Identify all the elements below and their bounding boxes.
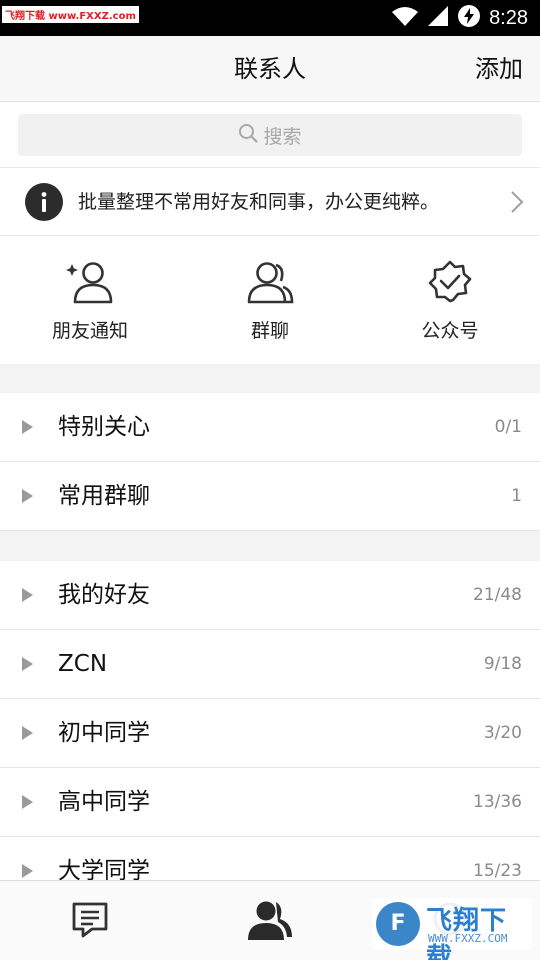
group-count: 13/36	[473, 792, 522, 812]
expand-arrow-icon	[22, 489, 33, 503]
status-time: 8:28	[489, 6, 528, 29]
expand-arrow-icon	[22, 795, 33, 809]
search-input[interactable]: 搜索	[18, 114, 522, 156]
notice-banner[interactable]: 批量整理不常用好友和同事，办公更纯粹。	[0, 168, 540, 236]
watermark-text: 飞翔下载 www.FXXZ.com	[2, 6, 139, 23]
group-name: 我的好友	[58, 582, 150, 608]
group-name: 常用群聊	[58, 483, 150, 509]
search-placeholder: 搜索	[263, 125, 302, 148]
status-bar: 飞翔下载 www.FXXZ.com 8:28	[0, 0, 540, 36]
group-name: 特别关心	[58, 414, 150, 440]
quick-label: 朋友通知	[51, 320, 128, 342]
expand-arrow-icon	[22, 726, 33, 740]
contact-groups-top: 特别关心 0/1 常用群聊 1	[0, 393, 540, 531]
group-row-friends[interactable]: 我的好友 21/48	[0, 561, 540, 630]
group-count: 9/18	[483, 654, 522, 674]
chevron-right-icon	[510, 190, 524, 218]
group-row-common-chats[interactable]: 常用群聊 1	[0, 462, 540, 531]
expand-arrow-icon	[22, 657, 33, 671]
watermark-logo: F 飞翔下载 WWW.FXXZ.COM	[372, 898, 532, 960]
status-icons: 8:28	[391, 4, 528, 32]
page-title: 联系人	[234, 55, 306, 83]
quick-label: 公众号	[421, 320, 479, 342]
group-name: 高中同学	[58, 789, 150, 815]
group-chat-icon	[243, 260, 297, 308]
quick-official-account[interactable]: 公众号	[360, 236, 540, 364]
group-row-high-school[interactable]: 高中同学 13/36	[0, 768, 540, 837]
battery-charging-icon	[457, 4, 481, 32]
messages-icon	[70, 899, 110, 943]
group-count: 0/1	[494, 417, 522, 437]
wifi-icon	[391, 5, 419, 31]
quick-actions: 朋友通知 群聊 公众号	[0, 236, 540, 364]
group-count: 1	[511, 486, 522, 506]
app-header: 联系人 添加	[0, 36, 540, 102]
info-icon	[25, 183, 63, 221]
contact-groups-main: 我的好友 21/48 ZCN 9/18 初中同学 3/20 高中同学 13/36…	[0, 561, 540, 906]
quick-group-chat[interactable]: 群聊	[180, 236, 360, 364]
group-count: 3/20	[483, 723, 522, 743]
contacts-icon	[246, 899, 294, 945]
watermark-logo-url: WWW.FXXZ.COM	[428, 932, 508, 945]
add-button[interactable]: 添加	[475, 36, 523, 102]
group-row-zcn[interactable]: ZCN 9/18	[0, 630, 540, 699]
search-bar: 搜索	[0, 102, 540, 168]
tab-messages[interactable]	[0, 881, 180, 960]
group-count: 21/48	[473, 585, 522, 605]
official-account-icon	[426, 260, 474, 308]
group-row-special[interactable]: 特别关心 0/1	[0, 393, 540, 462]
expand-arrow-icon	[22, 588, 33, 602]
watermark-logo-title: 飞翔下载	[426, 906, 508, 960]
expand-arrow-icon	[22, 420, 33, 434]
tab-contacts[interactable]	[180, 881, 360, 960]
friend-notify-icon	[63, 260, 117, 308]
group-row-middle-school[interactable]: 初中同学 3/20	[0, 699, 540, 768]
notice-text: 批量整理不常用好友和同事，办公更纯粹。	[78, 191, 440, 213]
group-name: 初中同学	[58, 720, 150, 746]
group-name: ZCN	[58, 651, 108, 677]
expand-arrow-icon	[22, 864, 33, 878]
quick-friend-notify[interactable]: 朋友通知	[0, 236, 180, 364]
watermark-logo-mark: F	[376, 902, 420, 946]
search-icon	[238, 123, 259, 147]
signal-icon	[427, 5, 449, 31]
quick-label: 群聊	[250, 320, 289, 342]
